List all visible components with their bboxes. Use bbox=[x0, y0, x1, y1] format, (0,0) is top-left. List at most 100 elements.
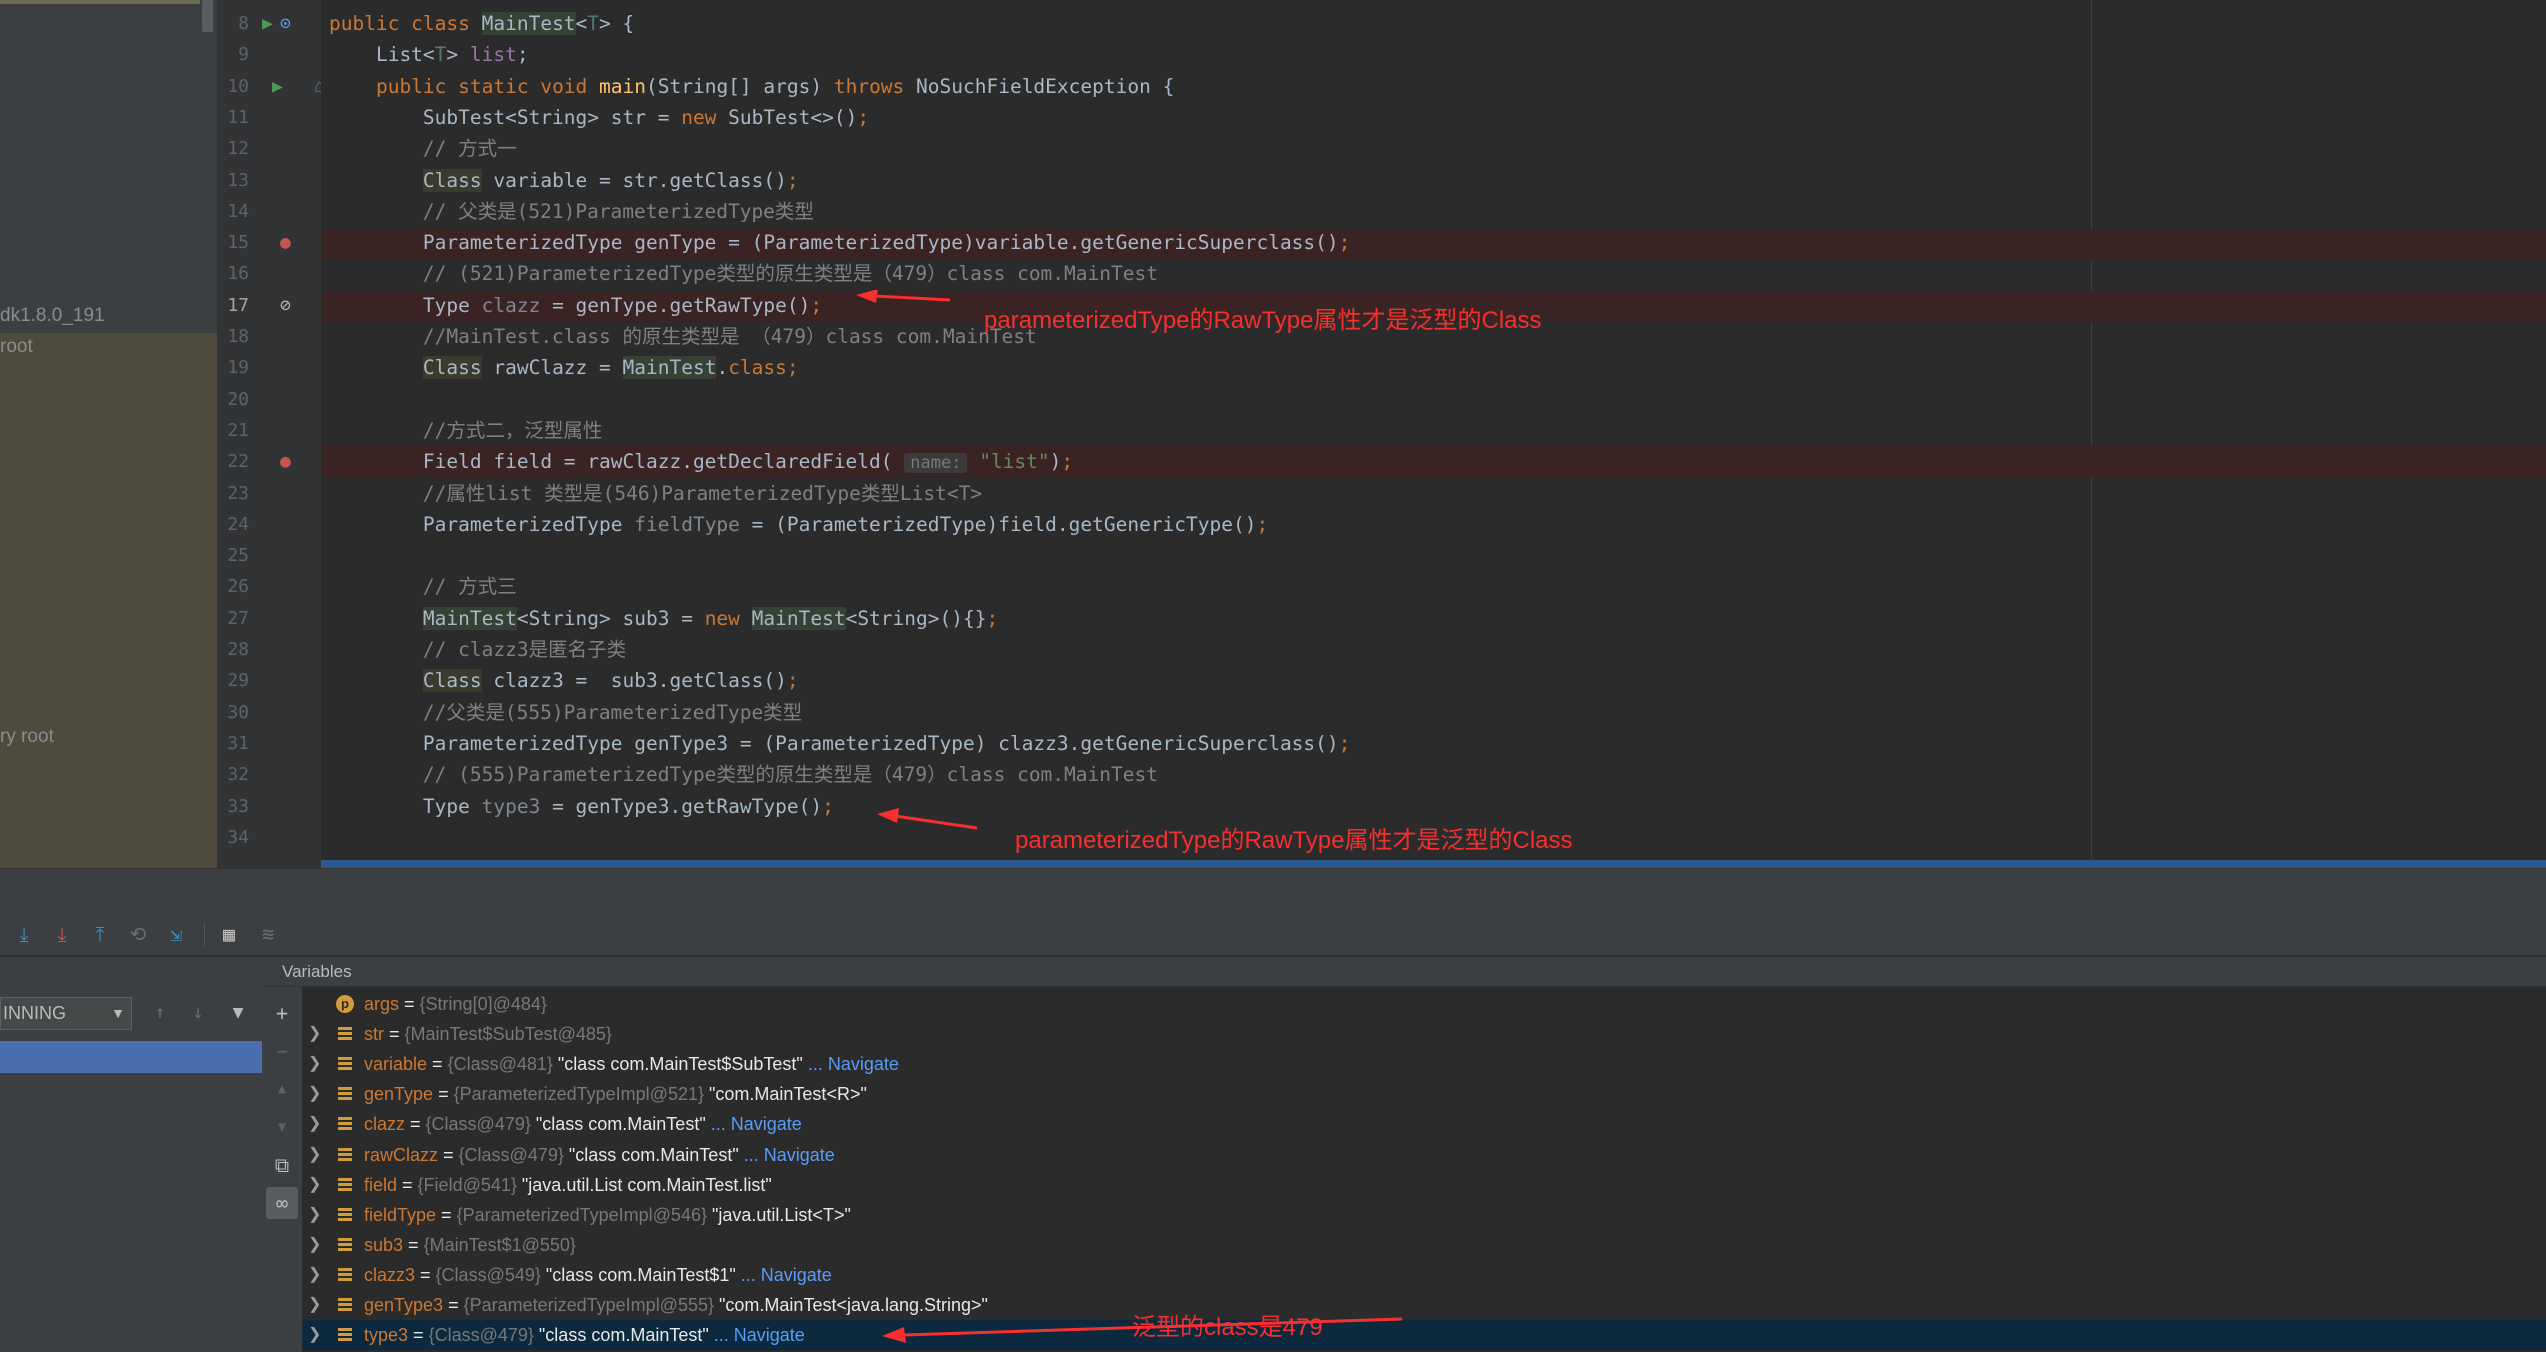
step-over-icon[interactable]: ⤓ bbox=[8, 918, 40, 950]
tree-item-root[interactable]: root bbox=[0, 336, 33, 358]
chevron-right-icon[interactable]: ❯ bbox=[308, 1200, 321, 1230]
variable-icon bbox=[338, 1117, 352, 1132]
tree-item-sdk[interactable]: dk1.8.0_191 bbox=[0, 305, 105, 327]
arrow-up-icon[interactable]: ↑ bbox=[146, 999, 174, 1027]
chevron-right-icon[interactable]: ❯ bbox=[308, 1230, 321, 1260]
variable-row[interactable]: ❯ field = {Field@541} "java.util.List com… bbox=[302, 1170, 2546, 1200]
breakpoint-icon[interactable]: ● bbox=[280, 227, 291, 258]
code-line[interactable]: SubTest<String> str = new SubTest<>(); bbox=[329, 102, 869, 133]
right-margin-guide bbox=[2091, 0, 2092, 868]
variable-icon bbox=[338, 1087, 352, 1102]
code-line[interactable]: // 方式一 bbox=[329, 133, 517, 164]
chevron-right-icon[interactable]: ❯ bbox=[308, 1109, 321, 1139]
run-icon[interactable]: ▶ bbox=[262, 8, 273, 39]
variable-row[interactable]: ❯ sub3 = {MainTest$1@550} bbox=[302, 1230, 2546, 1260]
project-scrollbar[interactable] bbox=[202, 0, 213, 32]
evaluate-expression-icon[interactable]: ▦ bbox=[213, 918, 245, 950]
navigate-link[interactable]: ... Navigate bbox=[714, 1325, 805, 1345]
line-number: 31 bbox=[227, 733, 249, 754]
line-number: 18 bbox=[227, 326, 249, 347]
variable-name: genType3 bbox=[364, 1295, 444, 1315]
remove-watch-icon[interactable]: − bbox=[266, 1035, 298, 1067]
annotation-text-3: 泛型的class是479 bbox=[1132, 1314, 1323, 1341]
navigate-link[interactable]: ... Navigate bbox=[808, 1054, 899, 1074]
variable-row[interactable]: ❯ clazz3 = {Class@549} "class com.MainTes… bbox=[302, 1260, 2546, 1290]
code-line[interactable]: ParameterizedType fieldType = (Parameter… bbox=[329, 509, 1268, 540]
step-into-icon[interactable]: ⤓ bbox=[46, 918, 78, 950]
show-watches-icon[interactable]: ∞ bbox=[266, 1187, 298, 1219]
chevron-right-icon[interactable]: ❯ bbox=[308, 1019, 321, 1049]
line-number: 29 bbox=[227, 670, 249, 691]
move-up-icon[interactable]: ▲ bbox=[266, 1073, 298, 1105]
run-to-cursor-icon[interactable]: ⇲ bbox=[160, 918, 192, 950]
drop-frame-icon[interactable]: ⟲ bbox=[122, 918, 154, 950]
chevron-right-icon[interactable]: ❯ bbox=[308, 1260, 321, 1290]
selected-frame[interactable] bbox=[0, 1041, 262, 1073]
variable-row[interactable]: ❯ rawClazz = {Class@479} "class com.MainT… bbox=[302, 1140, 2546, 1170]
variable-row[interactable]: ❯ genType = {ParameterizedTypeImpl@521} "… bbox=[302, 1079, 2546, 1109]
variable-type: {ParameterizedTypeImpl@555} bbox=[463, 1295, 715, 1315]
code-line[interactable]: // (555)ParameterizedType类型的原生类型是（479）cl… bbox=[329, 759, 1158, 790]
variable-type: {Class@479} bbox=[428, 1325, 534, 1346]
navigate-link[interactable]: ... Navigate bbox=[711, 1114, 802, 1134]
disabled-breakpoint-icon[interactable]: ⊘ bbox=[280, 290, 291, 321]
code-line[interactable]: // 方式三 bbox=[329, 571, 517, 602]
code-line[interactable]: // 父类是(521)ParameterizedType类型 bbox=[329, 196, 814, 227]
code-line[interactable]: Class variable = str.getClass(); bbox=[329, 165, 799, 196]
chevron-right-icon[interactable]: ❯ bbox=[308, 1049, 321, 1079]
code-line[interactable]: // (521)ParameterizedType类型的原生类型是（479）cl… bbox=[329, 258, 1158, 289]
variable-type: {String[0]@484} bbox=[419, 994, 547, 1014]
variables-header: Variables bbox=[262, 957, 2546, 987]
variable-row[interactable]: ❯ clazz = {Class@479} "class com.MainTest… bbox=[302, 1109, 2546, 1139]
code-line[interactable]: MainTest<String> sub3 = new MainTest<Str… bbox=[329, 603, 998, 634]
variable-row[interactable]: ❯ genType3 = {ParameterizedTypeImpl@555} … bbox=[302, 1290, 2546, 1320]
code-line[interactable]: ParameterizedType genType3 = (Parameteri… bbox=[329, 728, 1350, 759]
line-number: 26 bbox=[227, 576, 249, 597]
chevron-right-icon[interactable]: ❯ bbox=[308, 1170, 321, 1200]
thread-select[interactable]: INNING ▼ bbox=[0, 997, 132, 1030]
code-line[interactable]: // clazz3是匿名子类 bbox=[329, 634, 626, 665]
code-line[interactable]: Class clazz3 = sub3.getClass(); bbox=[329, 665, 799, 696]
code-line[interactable]: public class MainTest<T> { bbox=[329, 8, 634, 39]
variable-value: "com.MainTest<java.lang.String>" bbox=[719, 1295, 988, 1315]
filter-icon[interactable]: ▼ bbox=[224, 999, 252, 1027]
chevron-right-icon[interactable]: ❯ bbox=[308, 1079, 321, 1109]
line-number: 21 bbox=[227, 420, 249, 441]
trace-icon[interactable]: ≋ bbox=[252, 918, 284, 950]
code-line[interactable]: List<T> list; bbox=[329, 39, 529, 70]
code-line[interactable]: //方式二，泛型属性 bbox=[329, 415, 602, 446]
code-line[interactable]: Type type3 = genType3.getRawType(); bbox=[329, 791, 834, 822]
code-editor[interactable]: public class MainTest<T> { List<T> list;… bbox=[321, 0, 2546, 868]
implemented-icon[interactable]: ⊙ bbox=[280, 8, 291, 39]
chevron-right-icon[interactable]: ❯ bbox=[308, 1290, 321, 1320]
code-line[interactable]: //属性list 类型是(546)ParameterizedType类型List… bbox=[329, 478, 982, 509]
variable-row[interactable]: p args = {String[0]@484} bbox=[302, 989, 2546, 1019]
variable-icon bbox=[338, 1267, 352, 1282]
chevron-right-icon[interactable]: ❯ bbox=[308, 1320, 321, 1350]
variable-row[interactable]: ❯ fieldType = {ParameterizedTypeImpl@546}… bbox=[302, 1200, 2546, 1230]
chevron-right-icon[interactable]: ❯ bbox=[308, 1140, 321, 1170]
code-line[interactable]: ParameterizedType genType = (Parameteriz… bbox=[329, 227, 1350, 258]
run-icon[interactable]: ▶ bbox=[272, 71, 283, 102]
navigate-link[interactable]: ... Navigate bbox=[744, 1145, 835, 1165]
line-number: 17 bbox=[227, 295, 249, 316]
line-number: 10 bbox=[227, 76, 249, 97]
code-line[interactable]: Class rawClazz = MainTest.class; bbox=[329, 352, 799, 383]
code-line[interactable]: //父类是(555)ParameterizedType类型 bbox=[329, 697, 802, 728]
code-line[interactable]: //MainTest.class 的原生类型是 （479）class com.M… bbox=[329, 321, 1037, 352]
breakpoint-icon[interactable]: ● bbox=[280, 446, 291, 477]
code-line[interactable]: Type clazz = genType.getRawType(); bbox=[329, 290, 822, 321]
arrow-down-icon[interactable]: ↓ bbox=[184, 999, 212, 1027]
variable-row[interactable]: ❯ type3 = {Class@479} "class com.MainTest… bbox=[302, 1320, 2546, 1351]
code-line[interactable]: public static void main(String[] args) t… bbox=[329, 71, 1174, 102]
line-number: 8 bbox=[238, 13, 249, 34]
variable-row[interactable]: ❯ variable = {Class@481} "class com.MainT… bbox=[302, 1049, 2546, 1079]
add-watch-icon[interactable]: + bbox=[266, 997, 298, 1029]
navigate-link[interactable]: ... Navigate bbox=[741, 1265, 832, 1285]
variable-row[interactable]: ❯ str = {MainTest$SubTest@485} bbox=[302, 1019, 2546, 1049]
step-out-icon[interactable]: ⤒ bbox=[84, 918, 116, 950]
copy-icon[interactable]: ⧉ bbox=[266, 1149, 298, 1181]
tree-item-library-root[interactable]: ry root bbox=[0, 726, 54, 748]
move-down-icon[interactable]: ▼ bbox=[266, 1111, 298, 1143]
code-line[interactable]: Field field = rawClazz.getDeclaredField(… bbox=[329, 446, 1073, 477]
